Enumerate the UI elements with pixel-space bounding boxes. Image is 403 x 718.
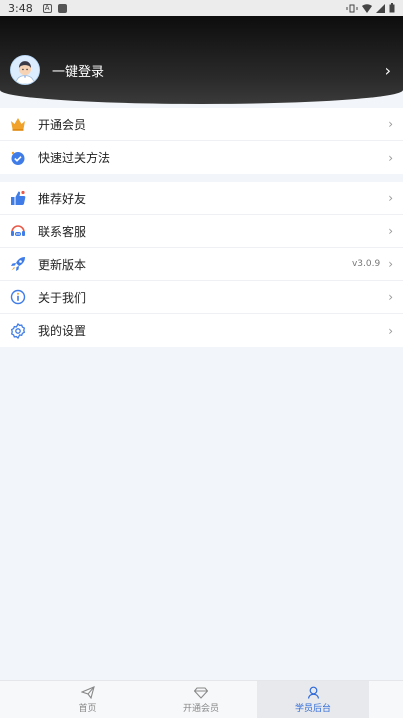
menu-item-vip[interactable]: 开通会员 ›: [0, 108, 403, 141]
menu-item-quick-pass[interactable]: 快速过关方法 ›: [0, 141, 403, 174]
info-icon: [10, 289, 26, 305]
tab-membership[interactable]: 开通会员: [145, 681, 257, 718]
crown-icon: [10, 116, 26, 132]
thumbs-up-icon: [10, 190, 26, 206]
menu-item-customer-service[interactable]: 联系客服 ›: [0, 215, 403, 248]
login-row[interactable]: 一键登录 ›: [10, 54, 391, 86]
check-badge-icon: [10, 150, 26, 166]
chevron-right-icon: ›: [388, 257, 393, 271]
menu-item-label: 推荐好友: [38, 191, 87, 206]
version-badge: v3.0.9: [351, 259, 381, 269]
chevron-right-icon: ›: [388, 290, 393, 304]
menu-item-update-version[interactable]: 更新版本 v3.0.9 ›: [0, 248, 403, 281]
tab-student-center[interactable]: 学员后台: [257, 681, 369, 718]
menu-item-label: 快速过关方法: [38, 151, 111, 165]
status-bar: 3:48 A: [0, 0, 403, 16]
menu-item-label: 关于我们: [38, 290, 87, 305]
bottom-nav: 首页 开通会员 学员后台: [0, 680, 403, 718]
avatar[interactable]: [10, 55, 40, 85]
chevron-right-icon: ›: [388, 323, 393, 338]
wifi-icon: [362, 3, 372, 13]
menu-group-membership: 开通会员 › 快速过关方法 ›: [0, 108, 403, 174]
vibrate-icon: [346, 4, 358, 12]
gear-icon: [10, 322, 26, 339]
tab-home[interactable]: 首页: [30, 681, 145, 718]
notification-a-icon: A: [42, 3, 52, 13]
menu-item-settings[interactable]: 我的设置 ›: [0, 314, 403, 347]
headset-icon: [10, 223, 26, 239]
avatar-icon: [11, 56, 39, 84]
user-icon: [307, 686, 319, 699]
status-time: 3:48: [8, 1, 33, 15]
login-label[interactable]: 一键登录: [52, 61, 104, 80]
battery-icon: [389, 3, 395, 13]
chevron-right-icon[interactable]: ›: [385, 61, 391, 80]
menu-item-label: 开通会员: [38, 117, 87, 132]
chevron-right-icon: ›: [388, 117, 393, 131]
menu-item-about-us[interactable]: 关于我们 ›: [0, 281, 403, 314]
signal-icon: [376, 3, 385, 13]
menu-item-label: 我的设置: [38, 324, 87, 338]
diamond-icon: [194, 686, 208, 699]
chevron-right-icon: ›: [388, 224, 393, 238]
tab-label: 首页: [78, 704, 97, 714]
menu-item-recommend-friends[interactable]: 推荐好友 ›: [0, 182, 403, 215]
tab-label: 开通会员: [182, 703, 219, 714]
chevron-right-icon: ›: [388, 191, 393, 205]
menu-group-general: 推荐好友 › 联系客服 › 更新版本 v3.0.9 › 关于我们 › 我的设置 …: [0, 182, 403, 347]
rocket-icon: [10, 256, 26, 272]
notification-square-icon: [57, 3, 67, 13]
profile-header: 一键登录 ›: [0, 16, 403, 104]
chevron-right-icon: ›: [388, 150, 393, 165]
menu-item-label: 联系客服: [38, 224, 87, 239]
menu-item-label: 更新版本: [38, 257, 87, 272]
tab-label: 学员后台: [294, 704, 331, 714]
paper-plane-icon: [80, 686, 95, 699]
